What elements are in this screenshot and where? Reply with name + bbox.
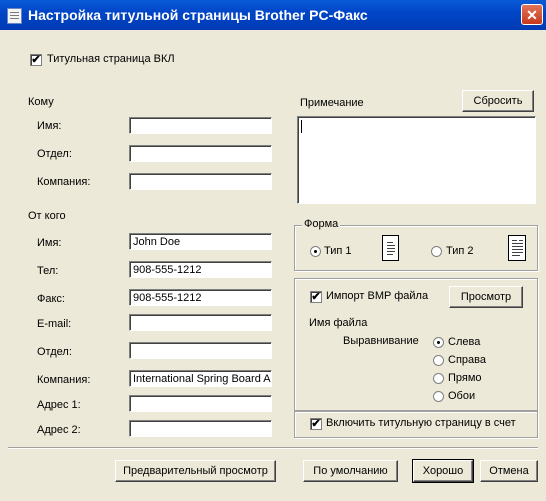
from-addr2-field[interactable] <box>129 420 272 437</box>
cover-on-label: Титульная страница ВКЛ <box>47 53 175 65</box>
to-dept-label: Отдел: <box>37 148 72 160</box>
title-bar[interactable]: Настройка титульной страницы Brother PC-… <box>0 0 546 30</box>
to-heading: Кому <box>28 96 54 108</box>
filename-label: Имя файла <box>309 317 368 329</box>
type1-label: Тип 1 <box>324 245 352 257</box>
from-company-label: Компания: <box>37 374 91 386</box>
align-right-radio[interactable] <box>433 355 444 366</box>
window-title: Настройка титульной страницы Brother PC-… <box>28 7 368 23</box>
from-fax-field[interactable]: 908-555-1212 <box>129 289 272 306</box>
from-tel-label: Тел: <box>37 265 59 277</box>
align-left-radio[interactable] <box>433 337 444 348</box>
to-name-field[interactable] <box>129 117 272 134</box>
bmp-preview-button[interactable]: Просмотр <box>449 286 523 308</box>
from-heading: От кого <box>28 210 66 222</box>
align-right-label: Справа <box>448 354 486 366</box>
from-name-field[interactable]: John Doe <box>129 233 272 250</box>
from-addr1-field[interactable] <box>129 395 272 412</box>
align-straight-radio[interactable] <box>433 373 444 384</box>
from-dept-label: Отдел: <box>37 346 72 358</box>
from-email-label: E-mail: <box>37 318 72 330</box>
align-label: Выравнивание <box>343 335 419 347</box>
to-company-field[interactable] <box>129 173 272 190</box>
cover-on-checkbox[interactable]: ✔ <box>30 54 42 66</box>
note-textarea[interactable] <box>297 116 536 204</box>
text-caret <box>301 120 302 133</box>
defaults-button[interactable]: По умолчанию <box>303 460 398 482</box>
bmp-import-label: Импорт BMP файла <box>326 290 429 302</box>
cover-page-dialog: Настройка титульной страницы Brother PC-… <box>0 0 546 501</box>
from-dept-field[interactable] <box>129 342 272 359</box>
from-tel-field[interactable]: 908-555-1212 <box>129 261 272 278</box>
from-name-label: Имя: <box>37 237 62 249</box>
from-addr2-label: Адрес 2: <box>37 424 81 436</box>
type1-page-icon <box>382 235 399 261</box>
app-icon <box>7 8 22 24</box>
bottom-separator <box>8 447 538 449</box>
close-icon[interactable]: ✕ <box>521 4 543 25</box>
type2-page-icon <box>508 235 526 261</box>
include-count-label: Включить титульную страницу в счет <box>326 417 516 429</box>
form-legend: Форма <box>302 218 341 230</box>
type1-radio[interactable] <box>310 246 321 257</box>
bmp-import-checkbox[interactable]: ✔ <box>310 291 322 303</box>
from-addr1-label: Адрес 1: <box>37 399 81 411</box>
include-count-checkbox[interactable]: ✔ <box>310 418 322 430</box>
align-left-label: Слева <box>448 336 481 348</box>
from-email-field[interactable] <box>129 314 272 331</box>
to-company-label: Компания: <box>37 176 91 188</box>
print-preview-button[interactable]: Предварительный просмотр <box>115 460 276 482</box>
cancel-button[interactable]: Отмена <box>480 460 538 482</box>
align-wallpaper-label: Обои <box>448 390 476 402</box>
align-straight-label: Прямо <box>448 372 482 384</box>
to-dept-field[interactable] <box>129 145 272 162</box>
type2-label: Тип 2 <box>446 245 474 257</box>
ok-button[interactable]: Хорошо <box>412 459 474 483</box>
type2-radio[interactable] <box>431 246 442 257</box>
from-company-field[interactable]: International Spring Board Assoc <box>129 370 272 387</box>
note-label: Примечание <box>300 97 364 109</box>
align-wallpaper-radio[interactable] <box>433 391 444 402</box>
reset-button[interactable]: Сбросить <box>462 90 534 112</box>
to-name-label: Имя: <box>37 120 62 132</box>
from-fax-label: Факс: <box>37 293 65 305</box>
